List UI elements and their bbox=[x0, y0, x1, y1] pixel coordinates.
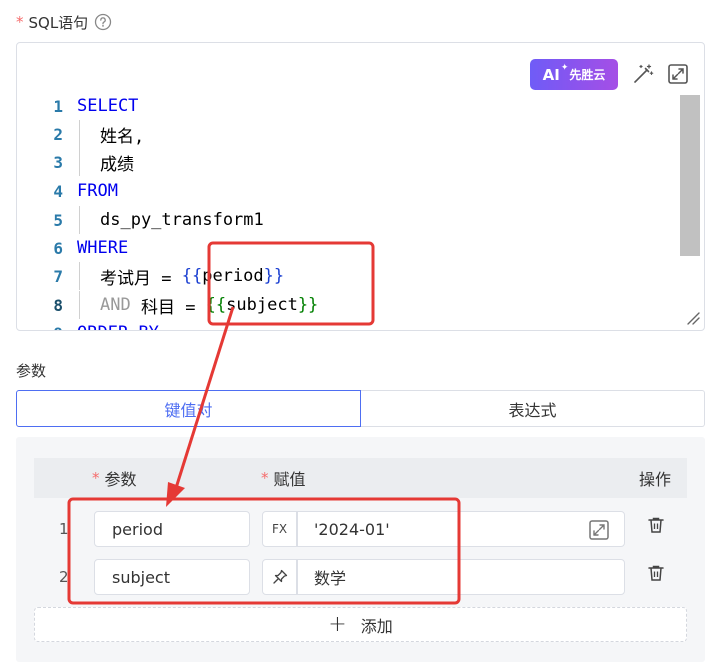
code-text: 成绩 bbox=[100, 154, 134, 175]
param-value-input[interactable]: 数学 bbox=[297, 559, 625, 595]
pin-icon bbox=[272, 569, 287, 584]
required-mark: * bbox=[261, 469, 269, 487]
sql-editor[interactable]: AI ✦ 先胜云 1 SELECT 2 姓名, 3 成绩 4 FROM 5 ds… bbox=[16, 42, 705, 331]
template-variable: subject bbox=[226, 295, 298, 315]
column-action: 操作 bbox=[639, 470, 672, 489]
line-number: 9 bbox=[17, 324, 77, 331]
column-value-label: 赋值 bbox=[273, 470, 306, 489]
indent-guide bbox=[79, 148, 80, 176]
code-line[interactable]: 9 ORDER BY bbox=[17, 319, 159, 331]
expand-icon[interactable] bbox=[588, 519, 610, 541]
ai-assistant-button[interactable]: AI ✦ 先胜云 bbox=[530, 59, 618, 90]
magic-wand-icon[interactable] bbox=[630, 61, 656, 87]
params-section-title: 参数 bbox=[16, 361, 47, 380]
fx-mode-button[interactable]: FX bbox=[262, 511, 297, 547]
code-line[interactable]: 2 姓名, bbox=[17, 120, 144, 148]
template-brace-close: }} bbox=[263, 266, 285, 286]
pin-mode-button[interactable] bbox=[262, 559, 297, 595]
tab-key-value[interactable]: 键值对 bbox=[16, 390, 361, 427]
param-table-header: * 参数 * 赋值 操作 bbox=[34, 458, 687, 498]
sql-keyword: SELECT bbox=[77, 96, 139, 116]
sql-keyword: AND bbox=[100, 295, 131, 315]
sql-label-text: SQL语句 bbox=[28, 13, 89, 32]
sql-keyword: FROM bbox=[77, 181, 118, 201]
ai-badge-brand: 先胜云 bbox=[569, 68, 606, 82]
required-mark: * bbox=[16, 13, 24, 31]
code-line[interactable]: 5 ds_py_transform1 bbox=[17, 206, 264, 234]
template-brace-open: {{ bbox=[181, 266, 203, 286]
param-value-text: '2024-01' bbox=[314, 519, 390, 539]
column-param: * 参数 bbox=[92, 458, 137, 498]
line-number: 1 bbox=[53, 96, 63, 116]
resize-grip-icon[interactable] bbox=[686, 310, 700, 325]
editor-scrollbar[interactable] bbox=[680, 95, 700, 256]
column-param-label: 参数 bbox=[104, 470, 137, 489]
code-line[interactable]: 6 WHERE bbox=[17, 234, 128, 262]
code-text: ds_py_transform1 bbox=[100, 210, 264, 230]
param-mode-tabs: 键值对 表达式 bbox=[16, 390, 705, 427]
code-line[interactable]: 1 SELECT bbox=[17, 92, 138, 120]
code-line[interactable]: 7 考试月 = {{period}} bbox=[17, 262, 284, 290]
template-variable: period bbox=[202, 266, 264, 286]
spark-icon: ✦ bbox=[560, 62, 569, 73]
line-number: 4 bbox=[53, 181, 63, 201]
indent-guide bbox=[79, 262, 80, 290]
code-line[interactable]: 3 成绩 bbox=[17, 148, 134, 176]
fullscreen-icon[interactable] bbox=[665, 61, 691, 87]
line-number: 2 bbox=[53, 124, 63, 144]
line-number: 6 bbox=[53, 238, 63, 258]
tab-expression[interactable]: 表达式 bbox=[361, 390, 705, 427]
plus-icon: + bbox=[328, 611, 347, 637]
code-text: 科目 = bbox=[130, 297, 206, 318]
param-name-input[interactable]: subject bbox=[94, 559, 250, 595]
row-index: 1 bbox=[59, 520, 69, 538]
sql-keyword: WHERE bbox=[77, 238, 129, 258]
add-param-button[interactable]: + 添加 bbox=[34, 607, 687, 642]
sql-keyword: ORDER BY bbox=[77, 323, 159, 330]
template-brace-open: {{ bbox=[205, 295, 227, 315]
line-number: 8 bbox=[53, 295, 63, 315]
indent-guide bbox=[79, 291, 80, 319]
question-circle-icon[interactable] bbox=[94, 13, 112, 31]
indent-guide bbox=[79, 120, 80, 148]
required-mark: * bbox=[92, 469, 100, 487]
row-index: 2 bbox=[59, 568, 69, 586]
add-param-label: 添加 bbox=[360, 616, 393, 636]
code-line[interactable]: 4 FROM bbox=[17, 177, 118, 205]
template-brace-close: }} bbox=[297, 295, 319, 315]
param-value-input[interactable]: '2024-01' bbox=[297, 511, 625, 547]
sql-field-label: * SQL语句 bbox=[16, 10, 112, 34]
code-line[interactable]: 8 AND 科目 = {{subject}} bbox=[17, 291, 318, 319]
ai-badge-prefix: AI bbox=[542, 65, 560, 84]
line-number: 5 bbox=[53, 210, 63, 230]
param-name-input[interactable]: period bbox=[94, 511, 250, 547]
line-number: 7 bbox=[53, 266, 63, 286]
delete-row-icon[interactable] bbox=[645, 562, 667, 584]
code-text: 考试月 = bbox=[100, 268, 182, 289]
line-number: 3 bbox=[53, 152, 63, 172]
column-value: * 赋值 bbox=[261, 458, 306, 498]
param-table-panel: * 参数 * 赋值 操作 1 period FX '2024-01' 2 sub… bbox=[16, 437, 705, 662]
code-text: 姓名, bbox=[100, 126, 145, 147]
indent-guide bbox=[79, 206, 80, 234]
delete-row-icon[interactable] bbox=[645, 514, 667, 536]
